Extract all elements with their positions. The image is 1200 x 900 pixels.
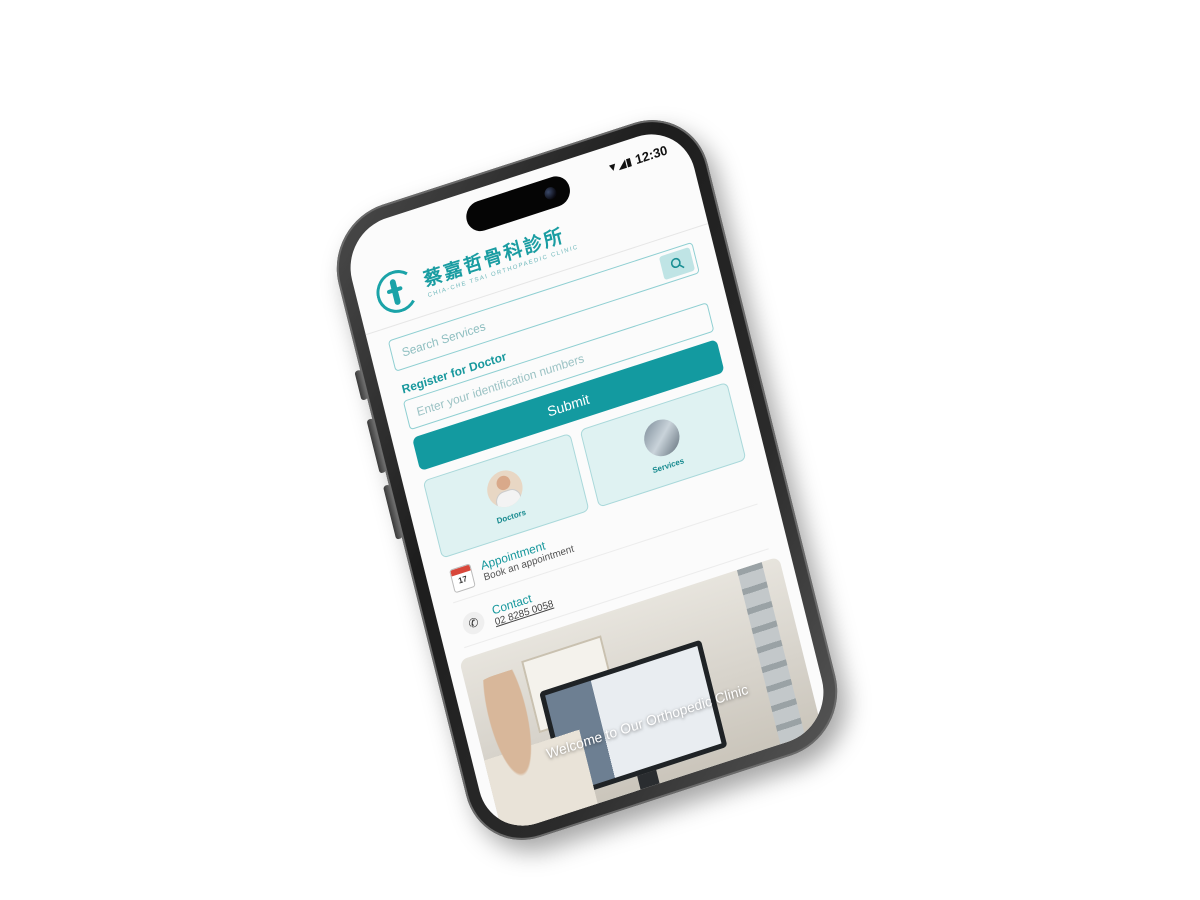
signal-icon: ▼◢▮: [606, 155, 634, 176]
doctors-card-label: Doctors: [495, 507, 527, 526]
phone-icon: ✆: [460, 608, 487, 637]
calendar-icon: 17: [448, 562, 476, 593]
phone-screen: ▼◢▮ 12:30 蔡嘉哲骨科診所 CHIA-CHE TSAI ORTHOPAE…: [340, 121, 834, 839]
phone-mockup: ▼◢▮ 12:30 蔡嘉哲骨科診所 CHIA-CHE TSAI ORTHOPAE…: [323, 103, 851, 857]
search-button[interactable]: [658, 246, 696, 281]
status-time: 12:30: [633, 142, 669, 168]
services-card-label: Services: [651, 455, 685, 475]
stage: ▼◢▮ 12:30 蔡嘉哲骨科診所 CHIA-CHE TSAI ORTHOPAE…: [0, 0, 1200, 900]
app-content: 蔡嘉哲骨科診所 CHIA-CHE TSAI ORTHOPAEDIC CLINIC…: [352, 168, 834, 839]
calendar-icon-day: 17: [457, 573, 469, 586]
doctor-avatar: [482, 465, 526, 512]
status-bar: ▼◢▮ 12:30: [606, 142, 669, 176]
clinic-logo-icon[interactable]: [372, 264, 423, 319]
services-photo: [639, 414, 683, 461]
search-icon: [670, 257, 685, 269]
contact-text: Contact 02 8285 0058: [490, 585, 554, 628]
